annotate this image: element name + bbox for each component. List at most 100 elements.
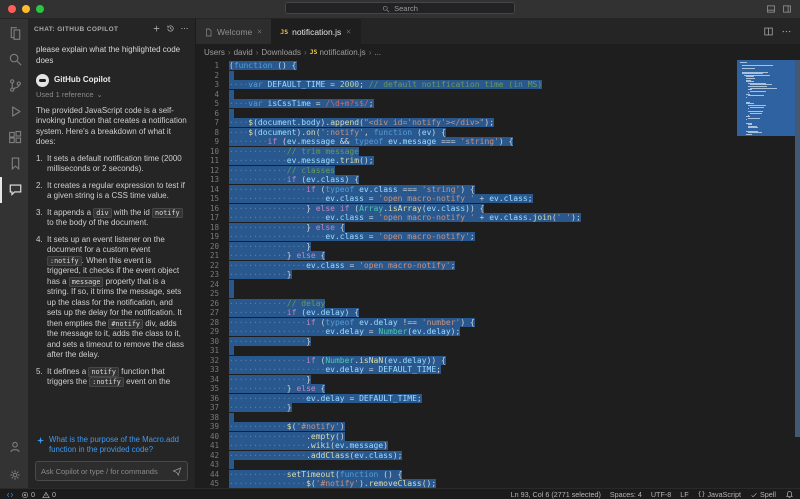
minimap[interactable] bbox=[737, 60, 795, 488]
chat-input[interactable] bbox=[41, 466, 168, 476]
line-number: 37 bbox=[209, 403, 219, 412]
send-icon[interactable] bbox=[172, 466, 182, 476]
code-line[interactable]: 37 ············} bbox=[196, 403, 737, 413]
code-line[interactable]: 41 ················.wiki(ev.message) bbox=[196, 441, 737, 451]
line-number: 31 bbox=[209, 346, 219, 355]
code-line[interactable]: 43 bbox=[196, 460, 737, 470]
code-line[interactable]: 42 ················.addClass(ev.class); bbox=[196, 450, 737, 461]
breadcrumb-separator: › bbox=[255, 47, 259, 57]
tab-notification-js[interactable]: JS notification.js bbox=[272, 19, 362, 44]
code-line[interactable]: 16 ················} else if (Array.isArr… bbox=[196, 203, 737, 214]
code-line[interactable]: 45 ················$('#notify').removeCla… bbox=[196, 479, 737, 488]
code-line[interactable]: 28 ················if (typeof ev.delay !=… bbox=[196, 317, 737, 328]
code-line[interactable]: 11 ············ev.message.trim(); bbox=[196, 156, 737, 166]
code-line[interactable]: 39 ············$('#notify') bbox=[196, 422, 737, 432]
history-icon[interactable] bbox=[166, 20, 175, 38]
code-editor[interactable]: 1 (function () {2 3 ····var DEFAULT_TIME =… bbox=[196, 60, 800, 488]
code-line[interactable]: 33 ····················ev.delay = DEFAULT… bbox=[196, 365, 737, 375]
code-line[interactable]: 24 bbox=[196, 279, 737, 290]
code-line[interactable]: 27 ············if (ev.delay) { bbox=[196, 308, 737, 318]
code-line[interactable]: 36 ················ev.delay = DEFAULT_TIM… bbox=[196, 393, 737, 404]
code-line[interactable]: 35 ············} else { bbox=[196, 384, 737, 394]
status-errors[interactable]: 0 bbox=[21, 489, 35, 499]
close-icon[interactable] bbox=[345, 28, 352, 35]
code-line[interactable]: 14 ················if (typeof ev.class ==… bbox=[196, 184, 737, 195]
status-indentation[interactable]: Spaces: 4 bbox=[610, 490, 642, 499]
code-line[interactable]: 44 ············setTimeout(function () { bbox=[196, 469, 737, 480]
breadcrumb-item[interactable]: JS notification.js bbox=[310, 48, 366, 57]
code-line[interactable]: 26 ············// delay bbox=[196, 298, 737, 309]
code-line[interactable]: 38 bbox=[196, 412, 737, 423]
code-line[interactable]: 32 ················if (Number.isNaN(ev.de… bbox=[196, 355, 737, 366]
code-line[interactable]: 23 ············} bbox=[196, 270, 737, 280]
zoom-window-button[interactable] bbox=[36, 5, 44, 13]
code-line[interactable]: 18 ················} else { bbox=[196, 222, 737, 233]
close-icon[interactable] bbox=[256, 28, 263, 35]
activity-item-chat[interactable] bbox=[0, 177, 28, 203]
line-number: 18 bbox=[209, 222, 219, 232]
code-line[interactable]: 19 ····················ev.class = 'open m… bbox=[196, 232, 737, 242]
source-control-icon bbox=[8, 77, 23, 95]
close-window-button[interactable] bbox=[8, 5, 16, 13]
code-line[interactable]: 4 bbox=[196, 89, 737, 100]
status-eol[interactable]: LF bbox=[680, 490, 688, 499]
code-line[interactable]: 5 ····var isCssTime = /\d+m?s$/; bbox=[196, 99, 737, 109]
code-line[interactable]: 1 (function () { bbox=[196, 61, 737, 71]
code-line[interactable]: 34 ················} bbox=[196, 374, 737, 385]
minimize-window-button[interactable] bbox=[22, 5, 30, 13]
status-warnings[interactable]: 0 bbox=[42, 489, 56, 499]
code-line[interactable]: 8 ····$(document).on(':notify', function … bbox=[196, 127, 737, 138]
status-language-mode[interactable]: {} JavaScript bbox=[698, 490, 741, 499]
more-icon[interactable] bbox=[180, 20, 189, 38]
code-line[interactable]: 10 ············// trim message bbox=[196, 146, 737, 157]
activity-item-settings[interactable] bbox=[0, 462, 28, 488]
code-line[interactable]: 29 ····················ev.delay = Number(… bbox=[196, 327, 737, 337]
breadcrumb-item[interactable]: david bbox=[234, 48, 253, 57]
code-line[interactable]: 17 ····················ev.class = 'open m… bbox=[196, 213, 737, 223]
status-encoding[interactable]: UTF-8 bbox=[651, 490, 671, 499]
code-line[interactable]: 6 bbox=[196, 108, 737, 119]
code-line[interactable]: 22 ················ev.class = 'open macro… bbox=[196, 260, 737, 271]
command-center-search[interactable]: Search bbox=[285, 2, 515, 14]
code-line[interactable]: 31 bbox=[196, 346, 737, 356]
code-line[interactable]: 13 ············if (ev.class) { bbox=[196, 175, 737, 185]
activity-item-extensions[interactable] bbox=[0, 125, 28, 151]
toggle-panel-icon[interactable] bbox=[766, 0, 776, 18]
activity-item-bookmarks[interactable] bbox=[0, 151, 28, 177]
code-line[interactable]: 21 ············} else { bbox=[196, 251, 737, 261]
code-line[interactable]: 3 ····var DEFAULT_TIME = 2000; // default… bbox=[196, 80, 737, 90]
plus-icon[interactable] bbox=[152, 20, 161, 38]
status-remote[interactable] bbox=[6, 489, 14, 498]
customize-layout-icon[interactable] bbox=[782, 0, 792, 18]
split-editor-icon[interactable] bbox=[763, 23, 774, 41]
code-line[interactable]: 25 bbox=[196, 289, 737, 299]
status-spell[interactable]: Spell bbox=[750, 489, 776, 499]
code-viewport[interactable]: 1 (function () {2 3 ····var DEFAULT_TIME =… bbox=[196, 60, 737, 488]
activity-item-run-debug[interactable] bbox=[0, 99, 28, 125]
code-line[interactable]: 9 ········if (ev.message && typeof ev.mes… bbox=[196, 137, 737, 147]
tab-welcome[interactable]: Welcome bbox=[196, 19, 273, 44]
status-notifications[interactable] bbox=[785, 489, 794, 499]
code-line[interactable]: 15 ····················ev.class = 'open m… bbox=[196, 194, 737, 204]
activity-item-source-control[interactable] bbox=[0, 73, 28, 99]
line-number: 36 bbox=[209, 393, 219, 403]
code-line[interactable]: 12 ············// classes bbox=[196, 165, 737, 176]
code-line[interactable]: 20 ················} bbox=[196, 241, 737, 252]
activity-item-search[interactable] bbox=[0, 47, 28, 73]
breadcrumb-item[interactable]: Users bbox=[204, 48, 225, 57]
references-toggle[interactable]: Used 1 reference ⌄ bbox=[36, 90, 187, 101]
chat-input-container bbox=[35, 461, 188, 481]
activity-item-explorer[interactable] bbox=[0, 21, 28, 47]
code-line[interactable]: 40 ················.empty() bbox=[196, 431, 737, 442]
code-line[interactable]: 30 ················} bbox=[196, 336, 737, 347]
breadcrumb-item[interactable]: Downloads bbox=[261, 48, 301, 57]
more-actions-icon[interactable] bbox=[781, 23, 792, 41]
code-line[interactable]: 2 bbox=[196, 70, 737, 81]
activity-item-account[interactable] bbox=[0, 434, 28, 460]
breadcrumb-item[interactable]: ... bbox=[374, 48, 381, 57]
status-cursor-position[interactable]: Ln 93, Col 6 (2771 selected) bbox=[511, 490, 601, 499]
list-number: 4. bbox=[36, 234, 43, 244]
line-number: 25 bbox=[209, 289, 219, 298]
followup-suggestion[interactable]: What is the purpose of the Macro.add fun… bbox=[28, 431, 195, 458]
code-line[interactable]: 7 ····$(document.body).append("<div id='n… bbox=[196, 118, 737, 128]
